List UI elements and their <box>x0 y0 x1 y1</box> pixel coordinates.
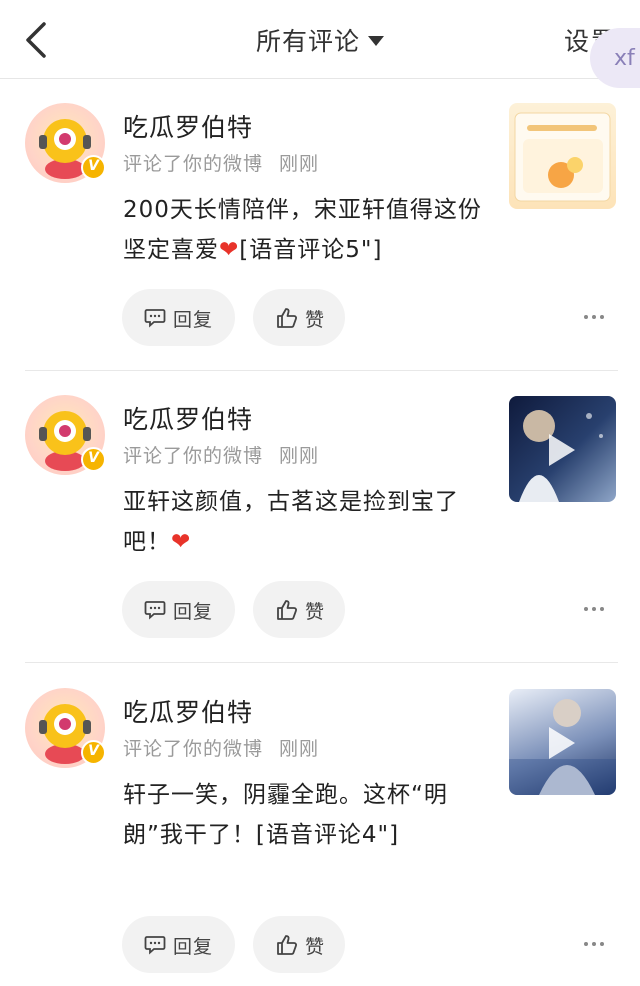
play-icon <box>549 727 575 759</box>
divider <box>25 370 618 371</box>
like-label: 赞 <box>305 309 326 331</box>
heart-emoji: ❤ <box>171 529 192 555</box>
comment-text: 轩子一笑，阴霾全跑。这杯“明朗”我干了！[语音评论4"] <box>123 775 493 855</box>
thumbs-up-icon <box>277 308 298 328</box>
timestamp: 刚刚 <box>279 153 320 175</box>
caret-down-icon <box>368 36 384 46</box>
user-avatar[interactable]: V <box>25 688 106 768</box>
more-options-icon[interactable] <box>580 599 610 619</box>
timestamp: 刚刚 <box>279 445 320 467</box>
action-text: 评论了你的微博 <box>123 153 264 175</box>
reply-button[interactable]: 回复 <box>122 581 235 638</box>
username[interactable]: 吃瓜罗伯特 <box>123 108 253 144</box>
comment-meta: 评论了你的微博 刚刚 <box>123 441 319 468</box>
reply-label: 回复 <box>173 309 214 331</box>
reply-label: 回复 <box>173 601 214 623</box>
timestamp: 刚刚 <box>279 738 320 760</box>
post-thumbnail[interactable] <box>509 396 616 502</box>
post-preview-image <box>514 112 611 202</box>
like-button[interactable]: 赞 <box>253 289 345 346</box>
divider <box>25 662 618 663</box>
action-text: 评论了你的微博 <box>123 445 264 467</box>
verified-badge-icon: V <box>81 155 106 180</box>
post-thumbnail[interactable] <box>509 103 616 209</box>
user-avatar[interactable]: V <box>25 395 106 475</box>
comment-text: 200天长情陪伴，宋亚轩值得这份坚定喜爱❤[语音评论5"] <box>123 190 493 270</box>
user-avatar[interactable]: V <box>25 103 106 183</box>
play-icon <box>549 434 575 466</box>
page-title: 所有评论 <box>255 27 360 56</box>
top-nav-bar: 所有评论 设置 xf <box>0 0 640 88</box>
comment-body: 轩子一笑，阴霾全跑。这杯“明朗”我干了！[语音评论4"] <box>123 782 448 848</box>
heart-emoji: ❤ <box>219 237 240 263</box>
comment-filter-dropdown[interactable]: 所有评论 <box>0 22 640 58</box>
like-button[interactable]: 赞 <box>253 916 345 973</box>
more-options-icon[interactable] <box>580 934 610 954</box>
comment-meta: 评论了你的微博 刚刚 <box>123 149 319 176</box>
more-options-icon[interactable] <box>580 307 610 327</box>
like-button[interactable]: 赞 <box>253 581 345 638</box>
voice-comment-tag[interactable]: [语音评论5"] <box>239 237 382 263</box>
comment-bubble-icon <box>144 936 166 955</box>
username[interactable]: 吃瓜罗伯特 <box>123 693 253 729</box>
thumbs-up-icon <box>277 600 298 620</box>
thumbs-up-icon <box>277 935 298 955</box>
verified-badge-icon: V <box>81 447 106 472</box>
comment-bubble-icon <box>144 309 166 328</box>
reply-label: 回复 <box>173 936 214 958</box>
reply-button[interactable]: 回复 <box>122 289 235 346</box>
floating-bubble[interactable]: xf <box>590 28 640 88</box>
like-label: 赞 <box>305 936 326 958</box>
username[interactable]: 吃瓜罗伯特 <box>123 400 253 436</box>
action-text: 评论了你的微博 <box>123 738 264 760</box>
verified-badge-icon: V <box>81 740 106 765</box>
like-label: 赞 <box>305 601 326 623</box>
comment-bubble-icon <box>144 601 166 620</box>
post-thumbnail[interactable] <box>509 689 616 795</box>
reply-button[interactable]: 回复 <box>122 916 235 973</box>
comment-text: 亚轩这颜值，古茗这是捡到宝了吧！❤ <box>123 482 493 562</box>
comment-meta: 评论了你的微博 刚刚 <box>123 734 319 761</box>
